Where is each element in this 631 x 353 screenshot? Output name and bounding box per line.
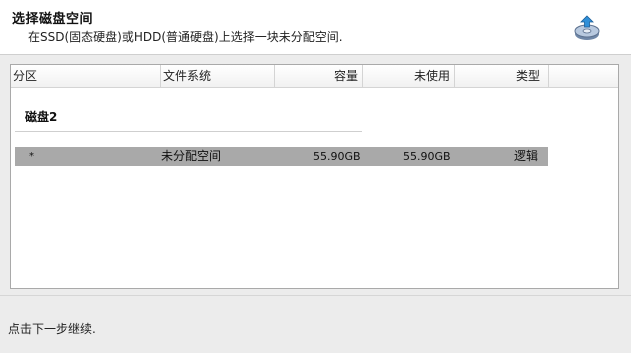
column-header-type[interactable]: 类型 [455, 65, 549, 87]
wizard-header: 选择磁盘空间 在SSD(固态硬盘)或HDD(普通硬盘)上选择一块未分配空间. [0, 0, 631, 54]
table-row[interactable]: * 未分配空间 55.90GB 55.90GB 逻辑 [15, 147, 548, 166]
column-header-capacity[interactable]: 容量 [275, 65, 363, 87]
column-header-filesystem[interactable]: 文件系统 [161, 65, 275, 87]
cell-partition: * [29, 151, 34, 162]
footer-instruction: 点击下一步继续. [8, 322, 96, 336]
cell-type: 逻辑 [514, 149, 539, 163]
partition-table: 分区 文件系统 容量 未使用 类型 磁盘2 * 未分配空间 55.90GB 55… [10, 64, 619, 289]
header-divider [0, 54, 631, 55]
column-header-filler [549, 65, 618, 87]
cell-unused: 55.90GB [403, 150, 451, 163]
cell-capacity: 55.90GB [313, 150, 361, 163]
page-title: 选择磁盘空间 [12, 12, 94, 27]
footer-divider [0, 295, 631, 296]
disk-group-divider [15, 131, 362, 132]
cell-filesystem: 未分配空间 [161, 149, 222, 163]
disk-install-icon [573, 14, 601, 42]
column-header-partition[interactable]: 分区 [11, 65, 161, 87]
table-header: 分区 文件系统 容量 未使用 类型 [11, 65, 618, 88]
page-subtitle: 在SSD(固态硬盘)或HDD(普通硬盘)上选择一块未分配空间. [28, 30, 343, 44]
disk-group-label: 磁盘2 [25, 110, 58, 124]
column-header-unused[interactable]: 未使用 [363, 65, 455, 87]
